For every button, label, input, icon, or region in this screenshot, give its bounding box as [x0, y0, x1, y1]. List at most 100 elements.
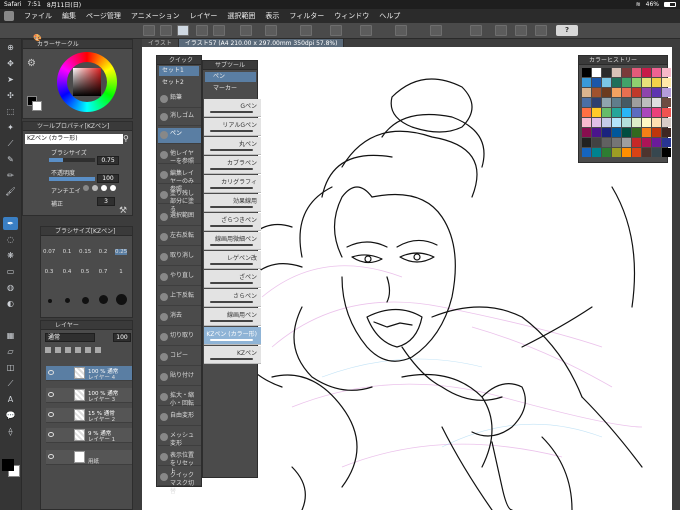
color-swatch[interactable]: [582, 108, 591, 117]
quick-eraser[interactable]: 消しゴム: [158, 110, 201, 126]
color-swatch[interactable]: [582, 128, 591, 137]
color-swatch[interactable]: [602, 88, 611, 97]
quick-ref-other-layer[interactable]: 他レイヤーを参照: [158, 148, 201, 165]
balloon-icon[interactable]: 💬: [3, 409, 18, 422]
color-swatch[interactable]: [602, 148, 611, 157]
brush-maru-pen[interactable]: 丸ペン: [204, 137, 261, 155]
menu-edit[interactable]: 編集: [62, 11, 76, 21]
color-swatch[interactable]: [612, 148, 621, 157]
blend-mode-select[interactable]: 通常: [45, 333, 95, 342]
ruler-icon[interactable]: ⟋: [3, 377, 18, 390]
gradient-icon[interactable]: ▦: [3, 329, 18, 342]
color-swatch[interactable]: [662, 88, 671, 97]
color-swatch[interactable]: [652, 148, 661, 157]
color-swatch[interactable]: [652, 128, 661, 137]
color-swatch[interactable]: [652, 138, 661, 147]
brush-custom-3[interactable]: さらペン: [204, 289, 261, 307]
color-swatch[interactable]: [632, 108, 641, 117]
quick-ref-edit-layer[interactable]: 編集レイヤーのみ参照: [158, 168, 201, 193]
quick-mask[interactable]: クイックマスク切替: [158, 470, 201, 495]
decoration-icon[interactable]: ❋: [3, 249, 18, 262]
snap-ruler-icon[interactable]: [430, 25, 442, 36]
color-swatch[interactable]: [642, 78, 651, 87]
size-0.15[interactable]: 0.15: [79, 249, 91, 255]
redo-icon[interactable]: [213, 25, 225, 36]
menu-selection[interactable]: 選択範囲: [227, 11, 255, 21]
menu-animation[interactable]: アニメーション: [131, 11, 180, 21]
quick-copy[interactable]: コピー: [158, 350, 201, 366]
color-swatch[interactable]: [662, 78, 671, 87]
layer-row[interactable]: 100 % 通常 レイヤー 3: [46, 388, 132, 403]
deselect-icon[interactable]: [300, 25, 312, 36]
brush-rough-pen[interactable]: ざらつきペン: [204, 213, 261, 231]
quick-clear[interactable]: 消去: [158, 310, 201, 326]
opacity-slider[interactable]: [49, 177, 95, 181]
menu-help[interactable]: ヘルプ: [379, 11, 400, 21]
color-swatch[interactable]: [612, 88, 621, 97]
quick-reset-view[interactable]: 表示位置をリセット: [158, 450, 201, 475]
color-swatch[interactable]: [602, 108, 611, 117]
quick-cut[interactable]: 切り取り: [158, 330, 201, 346]
quick-pencil[interactable]: 鉛筆: [158, 92, 201, 108]
color-swatch[interactable]: [642, 108, 651, 117]
color-swatch[interactable]: [612, 108, 621, 117]
pen-active-icon[interactable]: ✒: [3, 217, 18, 230]
color-swatch[interactable]: [632, 98, 641, 107]
quick-pen[interactable]: ペン: [158, 128, 201, 144]
quick-undo[interactable]: 取り消し: [158, 250, 201, 266]
app-logo-icon[interactable]: [4, 11, 14, 21]
size-0.3[interactable]: 0.3: [43, 269, 55, 275]
brush-custom-1[interactable]: レゲペン改: [204, 251, 261, 269]
menu-page[interactable]: ページ管理: [86, 11, 121, 21]
pen-tool-icon[interactable]: ✎: [3, 153, 18, 166]
color-swatch[interactable]: [642, 88, 651, 97]
quick-flip-h[interactable]: 左右反転: [158, 230, 201, 246]
eye-icon[interactable]: [48, 412, 54, 417]
color-swatch[interactable]: [662, 118, 671, 127]
color-swatch[interactable]: [632, 128, 641, 137]
selection-tool-icon[interactable]: ⬚: [3, 105, 18, 118]
size-dot[interactable]: [48, 299, 52, 303]
color-swatch[interactable]: [602, 128, 611, 137]
main-color-swatch[interactable]: [2, 459, 14, 471]
brush-effect-line[interactable]: 効果線用: [204, 194, 261, 212]
color-swatch[interactable]: [592, 98, 601, 107]
color-swatch[interactable]: [592, 88, 601, 97]
color-swatch[interactable]: [592, 128, 601, 137]
color-swatch[interactable]: [662, 128, 671, 137]
color-swatch[interactable]: [592, 148, 601, 157]
open-icon[interactable]: [160, 25, 172, 36]
color-swatch[interactable]: [642, 68, 651, 77]
brush-real-g-pen[interactable]: リアルGペン: [204, 118, 261, 136]
color-swatch[interactable]: [632, 148, 641, 157]
color-swatch[interactable]: [642, 138, 651, 147]
layer-color-icon[interactable]: [515, 25, 527, 36]
menu-layer[interactable]: レイヤー: [190, 11, 218, 21]
move-tool-icon[interactable]: ✥: [3, 57, 18, 70]
stabilization-field[interactable]: 3: [97, 197, 115, 206]
color-swatch[interactable]: [642, 148, 651, 157]
fill-selection-icon[interactable]: [395, 25, 407, 36]
color-swatch[interactable]: [622, 138, 631, 147]
size-dot[interactable]: [65, 298, 70, 303]
color-swatch[interactable]: [632, 138, 641, 147]
frame-icon[interactable]: ◫: [3, 361, 18, 374]
wrench-icon[interactable]: ⚒: [119, 206, 127, 216]
color-swatch[interactable]: [652, 78, 661, 87]
eyedropper-icon[interactable]: ⟋: [3, 137, 18, 150]
color-swatch[interactable]: [612, 118, 621, 127]
color-swatch[interactable]: [622, 128, 631, 137]
color-swatch[interactable]: [632, 88, 641, 97]
color-swatch[interactable]: [662, 98, 671, 107]
color-swatch[interactable]: [592, 78, 601, 87]
quick-redo[interactable]: やり直し: [158, 270, 201, 286]
color-swatch[interactable]: [622, 108, 631, 117]
size-0.5[interactable]: 0.5: [79, 269, 91, 275]
move-layer-icon[interactable]: ✣: [3, 89, 18, 102]
color-swatch[interactable]: [592, 118, 601, 127]
color-swatch[interactable]: [622, 68, 631, 77]
snap-special-icon[interactable]: [495, 25, 507, 36]
color-swatch[interactable]: [622, 148, 631, 157]
color-swatch[interactable]: [632, 68, 641, 77]
brush-size-slider[interactable]: [49, 158, 95, 162]
